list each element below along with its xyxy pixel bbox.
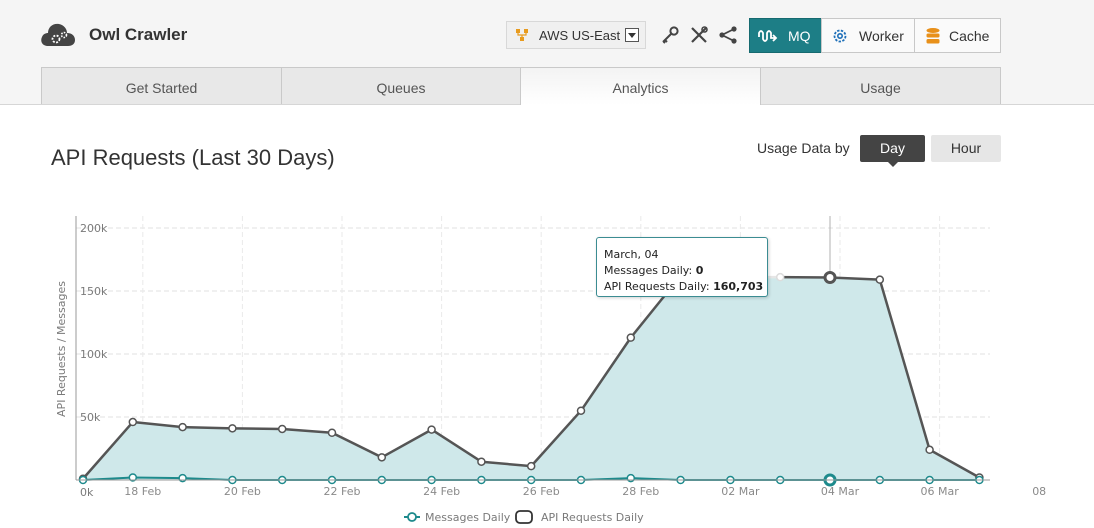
legend-api-swatch xyxy=(515,510,533,524)
api-requests-point[interactable] xyxy=(576,406,586,415)
api-requests-chart: 0k 50k 100k 150k 200k 18 Feb 20 Feb 22 Feb 24 Fe… xyxy=(55,216,1046,524)
x-tick-label: 02 Mar xyxy=(721,485,760,498)
y-axis-label: API Requests / Messages xyxy=(55,281,68,417)
legend-messages-swatch-marker xyxy=(407,512,417,522)
x-tick-label: 04 Mar xyxy=(821,485,860,498)
legend-messages-label[interactable]: Messages Daily xyxy=(425,511,511,524)
chart-area-layer xyxy=(83,275,980,480)
x-tick-label: 20 Feb xyxy=(224,485,261,498)
x-tick-label: 26 Feb xyxy=(523,485,560,498)
x-tick-label: 28 Feb xyxy=(622,485,659,498)
api-requests-point[interactable] xyxy=(823,271,837,285)
api-requests-area xyxy=(83,275,980,480)
api-requests-point[interactable] xyxy=(377,453,387,462)
tooltip-messages-value: 0 xyxy=(695,264,704,277)
api-requests-point[interactable] xyxy=(178,422,187,432)
tooltip-api-value: 160,703 xyxy=(713,280,764,293)
api-requests-point[interactable] xyxy=(526,461,536,471)
y-tick-label: 0k xyxy=(80,486,94,499)
y-tick-label: 150k xyxy=(80,285,108,298)
api-requests-point[interactable] xyxy=(427,425,436,434)
y-tick-label: 50k xyxy=(80,411,101,424)
legend-api-label[interactable]: API Requests Daily xyxy=(541,511,644,524)
api-requests-point[interactable] xyxy=(626,333,636,342)
api-requests-line-segment xyxy=(231,427,284,431)
y-tick-label: 100k xyxy=(80,348,108,361)
messages-point[interactable] xyxy=(178,473,187,483)
api-requests-line-segment xyxy=(181,425,234,430)
tooltip-messages-label: Messages Daily: xyxy=(604,264,693,277)
api-requests-point[interactable] xyxy=(128,417,138,427)
x-tick-label: 18 Feb xyxy=(124,485,161,498)
chart-tooltip: March, 04 Messages Daily: 0 API Requests… xyxy=(596,237,768,297)
tooltip-messages-row: Messages Daily: 0 xyxy=(604,263,760,279)
tooltip-api-row: API Requests Daily: 160,703 xyxy=(604,279,764,295)
api-requests-point[interactable] xyxy=(875,275,885,284)
y-tick-label: 200k xyxy=(80,222,108,235)
x-tick-label: 24 Feb xyxy=(423,485,460,498)
tooltip-api-label: API Requests Daily: xyxy=(604,280,710,293)
x-tick-label: 06 Mar xyxy=(920,485,959,498)
chart-legend[interactable]: Messages Daily API Requests Daily xyxy=(404,510,644,524)
api-requests-point[interactable] xyxy=(775,272,785,282)
api-requests-point[interactable] xyxy=(925,445,934,455)
tooltip-date: March, 04 xyxy=(604,248,659,261)
x-tick-label: 08 xyxy=(1032,485,1046,498)
api-requests-point[interactable] xyxy=(228,424,237,433)
api-requests-point[interactable] xyxy=(277,424,287,434)
api-requests-point[interactable] xyxy=(477,457,486,466)
x-tick-label: 22 Feb xyxy=(324,485,361,498)
messages-point[interactable] xyxy=(626,473,636,483)
api-requests-point[interactable] xyxy=(327,428,337,437)
